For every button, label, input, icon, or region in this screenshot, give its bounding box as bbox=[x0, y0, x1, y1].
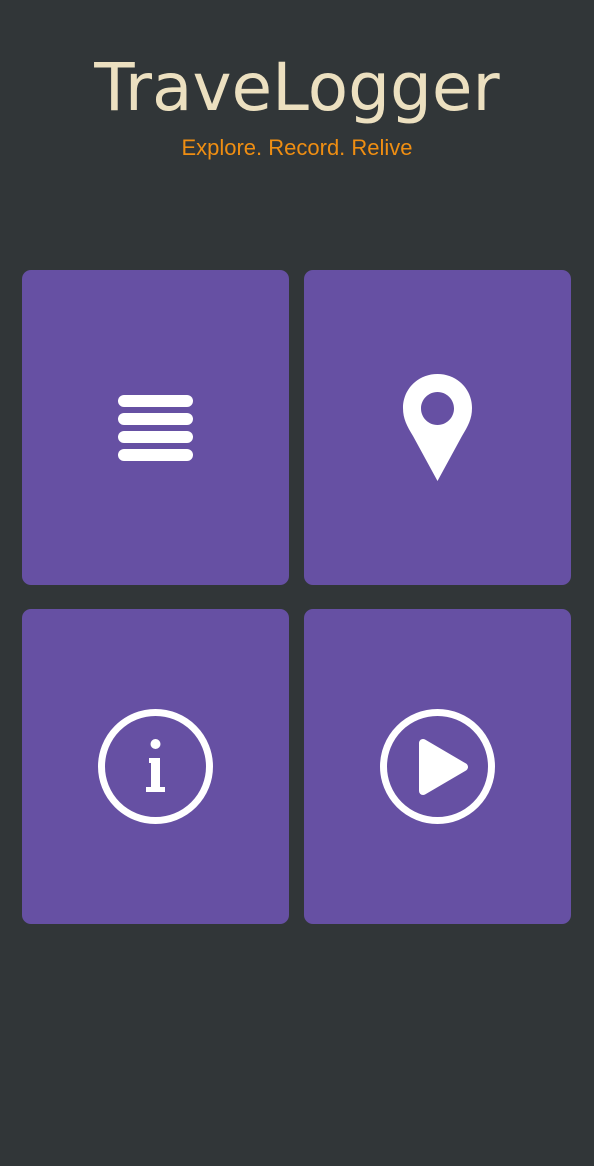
play-tile-button[interactable] bbox=[304, 609, 571, 924]
menu-tile-button[interactable] bbox=[22, 270, 289, 585]
info-icon bbox=[98, 709, 213, 824]
menu-lines-icon bbox=[118, 395, 193, 461]
map-pin-icon bbox=[403, 374, 472, 481]
app-title: TraveLogger bbox=[94, 49, 500, 126]
play-icon bbox=[380, 709, 495, 824]
map-tile-button[interactable] bbox=[304, 270, 571, 585]
info-tile-button[interactable] bbox=[22, 609, 289, 924]
app-tagline: Explore. Record. Relive bbox=[181, 135, 413, 160]
